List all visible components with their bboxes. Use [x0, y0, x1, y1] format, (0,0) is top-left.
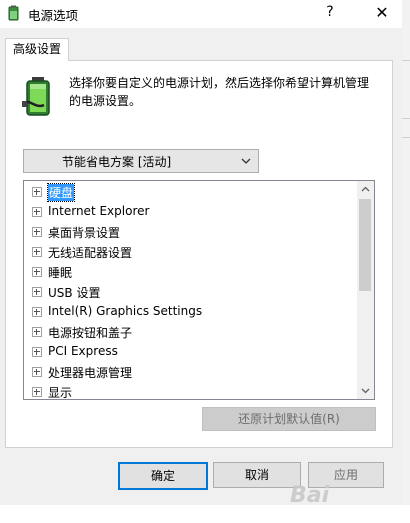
help-button[interactable]: ?	[323, 4, 337, 20]
dialog-body: 高级设置 选择你要自定义的电源计划，然后选择你希望计算机管理的电源设置。 节能省…	[0, 28, 402, 508]
close-button[interactable]: ✕	[362, 0, 402, 28]
tree-item-label: 电源按钮和盖子	[48, 326, 133, 340]
ok-button[interactable]: 确定	[118, 462, 208, 490]
battery-icon	[22, 77, 50, 116]
tree-item-label: 处理器电源管理	[48, 366, 133, 380]
tree-item[interactable]: 显示	[24, 382, 356, 400]
title-bar: 电源选项 ? ✕	[0, 0, 402, 28]
tree-item-label: 桌面背景设置	[48, 226, 121, 240]
scroll-down-arrow-icon[interactable]	[357, 382, 374, 399]
expand-icon[interactable]	[32, 267, 42, 277]
tree-item-label: 睡眠	[48, 266, 73, 280]
tree-item[interactable]: USB 设置	[24, 282, 356, 302]
tree-item-label: 无线适配器设置	[48, 246, 133, 260]
settings-tree[interactable]: 硬盘 Internet Explorer 桌面背景设置 无线适配器设置 睡眠 U…	[23, 180, 375, 400]
expand-icon[interactable]	[32, 227, 42, 237]
background-divider	[402, 60, 410, 73]
restore-defaults-button[interactable]: 还原计划默认值(R)	[202, 407, 376, 431]
expand-icon[interactable]	[32, 187, 42, 197]
expand-icon[interactable]	[32, 247, 42, 257]
tree-item[interactable]: 电源按钮和盖子	[24, 322, 356, 342]
scroll-up-arrow-icon[interactable]	[357, 181, 374, 198]
watermark-logo: Bai	[290, 483, 330, 508]
tree-item-label: 显示	[48, 386, 73, 400]
tree-item-label: Internet Explorer	[48, 204, 150, 218]
tree-item[interactable]: Intel(R) Graphics Settings	[24, 302, 356, 322]
tree-item-label: USB 设置	[48, 286, 101, 300]
tree-item[interactable]: PCI Express	[24, 342, 356, 362]
expand-icon[interactable]	[32, 287, 42, 297]
expand-icon[interactable]	[32, 387, 42, 397]
power-plan-select[interactable]: 节能省电方案 [活动]	[23, 149, 259, 173]
tree-item[interactable]: 桌面背景设置	[24, 222, 356, 242]
tab-advanced-settings[interactable]: 高级设置	[5, 38, 70, 61]
tree-item[interactable]: 无线适配器设置	[24, 242, 356, 262]
tree-item[interactable]: 处理器电源管理	[24, 362, 356, 382]
tree-item-label: Intel(R) Graphics Settings	[48, 304, 203, 318]
cancel-button[interactable]: 取消	[213, 462, 301, 488]
background-divider	[402, 118, 410, 138]
advanced-settings-panel: 选择你要自定义的电源计划，然后选择你希望计算机管理的电源设置。 节能省电方案 […	[5, 60, 393, 448]
tree-scrollbar[interactable]	[357, 181, 374, 399]
window-title: 电源选项	[28, 8, 79, 23]
power-plan-selected-value: 节能省电方案 [活动]	[62, 155, 172, 169]
panel-description: 选择你要自定义的电源计划，然后选择你希望计算机管理的电源设置。	[69, 76, 370, 108]
tree-item[interactable]: Internet Explorer	[24, 202, 356, 222]
expand-icon[interactable]	[32, 327, 42, 337]
expand-icon[interactable]	[32, 307, 42, 317]
scroll-thumb[interactable]	[359, 199, 371, 291]
expand-icon[interactable]	[32, 347, 42, 357]
tree-item-label: 硬盘	[46, 183, 76, 202]
tree-item-label: PCI Express	[48, 344, 118, 358]
power-options-dialog: 电源选项 ? ✕ 高级设置 选择你要自定义的电源计划，然后选择你希望计算机管理的…	[0, 0, 403, 508]
expand-icon[interactable]	[32, 367, 42, 377]
expand-icon[interactable]	[32, 207, 42, 217]
background-window-edge	[402, 0, 410, 505]
chevron-down-icon	[241, 158, 251, 164]
tree-item[interactable]: 硬盘	[24, 182, 356, 202]
tree-item[interactable]: 睡眠	[24, 262, 356, 282]
power-options-icon	[8, 5, 19, 21]
